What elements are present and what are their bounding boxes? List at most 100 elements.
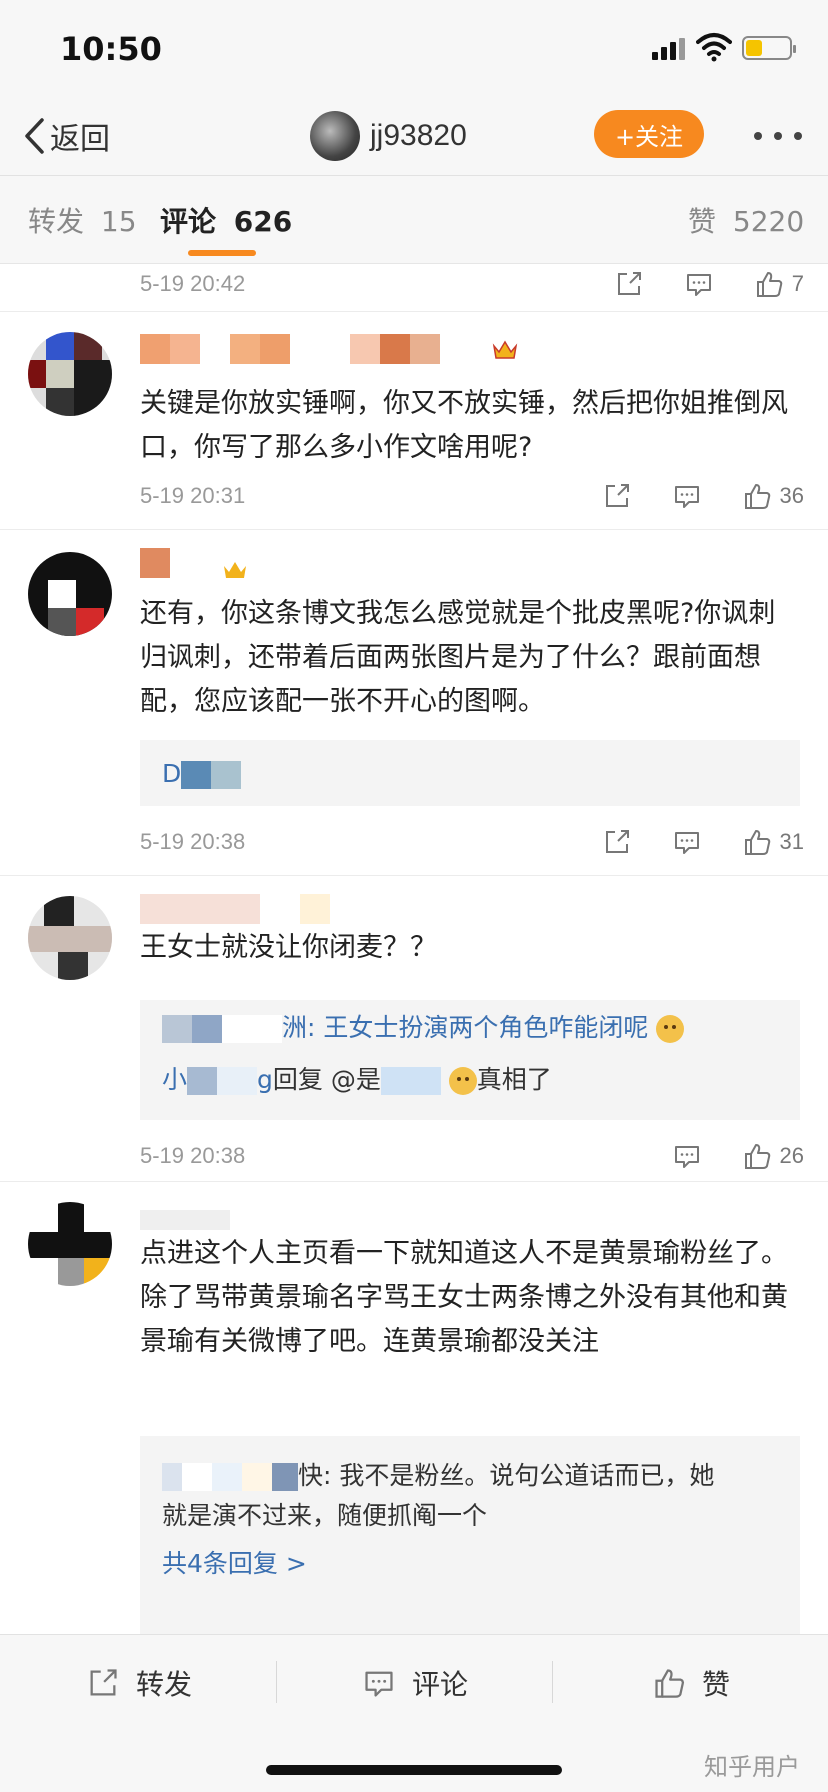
comment-date: 5-19 20:42 xyxy=(140,271,246,296)
tab-comments-count: 626 xyxy=(233,205,293,238)
comment-button[interactable]: 评论 xyxy=(362,1663,468,1703)
back-button[interactable]: 返回 xyxy=(22,112,110,160)
view-more-replies-link[interactable]: 共4条回复 > xyxy=(162,1546,784,1582)
comment-text: 还有，你这条博文我怎么感觉就是个批皮黑呢?你讽刺归讽刺，还带着后面两张图片是为了… xyxy=(140,598,776,717)
divider xyxy=(552,1661,553,1703)
nav-bar: 返回 jj93820 +关注 xyxy=(0,96,828,176)
comment-icon xyxy=(686,274,711,296)
comment-label: 评论 xyxy=(412,1668,469,1701)
battery-icon xyxy=(742,36,796,60)
divider xyxy=(276,1661,277,1703)
share-button[interactable] xyxy=(602,827,632,857)
comment-item: 点进这个人主页看一下就知道这人不是黄景瑜粉丝了。除了骂带黄景瑜名字骂王女士两条博… xyxy=(0,1182,828,1634)
share-button[interactable] xyxy=(614,269,644,299)
tab-comments[interactable]: 评论 626 xyxy=(160,200,292,240)
username-blurred[interactable] xyxy=(140,334,440,364)
like-button[interactable]: 26 xyxy=(742,1141,804,1171)
comment-list[interactable]: 5-19 20:42 7 关键是你放实锤啊，你又不放实锤，然后把你姐推倒风口，你… xyxy=(0,264,828,1634)
reply-text: 快: 我不是粉丝。说句公道话而已，她 xyxy=(298,1461,715,1490)
share-icon xyxy=(90,1669,117,1696)
comment-meta: 5-19 20:42 7 xyxy=(140,266,804,302)
thumbs-up-icon xyxy=(744,484,770,509)
comment-date: 5-19 20:31 xyxy=(140,483,246,508)
avatar[interactable] xyxy=(28,896,112,980)
reply-username[interactable]: g xyxy=(257,1065,273,1094)
reply-text: 洲: 王女士扮演两个角色咋能闭呢 xyxy=(282,1013,649,1042)
tab-likes[interactable]: 赞 5220 xyxy=(688,200,804,240)
doge-emoji-icon xyxy=(448,1067,477,1095)
tab-repost[interactable]: 转发 15 xyxy=(28,200,137,240)
comment-meta: 5-19 20:38 26 xyxy=(140,1138,804,1174)
username-blurred[interactable] xyxy=(140,548,170,578)
follow-button[interactable]: +关注 xyxy=(594,110,704,158)
tab-repost-count: 15 xyxy=(100,205,137,238)
avatar[interactable] xyxy=(28,1202,112,1286)
status-bar: 10:50 xyxy=(0,0,828,96)
avatar[interactable] xyxy=(28,332,112,416)
username-blurred[interactable] xyxy=(140,1200,230,1230)
vip-badge-icon xyxy=(224,562,246,578)
comment-meta: 5-19 20:38 31 xyxy=(140,824,804,860)
like-label: 赞 xyxy=(702,1668,731,1701)
reply-username[interactable]: 小 xyxy=(162,1065,187,1094)
more-icon[interactable] xyxy=(754,132,802,142)
reply-line: 洲: 王女士扮演两个角色咋能闭呢 xyxy=(162,1010,784,1046)
reply-text: 就是演不过来，随便抓阄一个 xyxy=(162,1501,488,1530)
comment-text: 点进这个人主页看一下就知道这人不是黄景瑜粉丝了。除了骂带黄景瑜名字骂王女士两条博… xyxy=(140,1238,788,1357)
tab-bar: 转发 15 评论 626 赞 5220 xyxy=(0,176,828,264)
tab-repost-label: 转发 xyxy=(28,205,85,238)
share-icon xyxy=(605,830,629,853)
thumbs-up-icon xyxy=(744,830,770,855)
crown-badge-icon xyxy=(492,340,518,359)
reply-text: 回复 @是 xyxy=(272,1065,381,1094)
like-post-button[interactable]: 赞 xyxy=(652,1663,730,1703)
like-count: 36 xyxy=(779,483,804,508)
share-icon xyxy=(617,272,641,295)
reply-line: 就是演不过来，随便抓阄一个 xyxy=(162,1498,784,1534)
share-button[interactable] xyxy=(602,481,632,511)
reply-preview[interactable]: 快: 我不是粉丝。说句公道话而已，她 就是演不过来，随便抓阄一个 共4条回复 > xyxy=(140,1436,800,1634)
like-button[interactable]: 36 xyxy=(742,481,804,511)
comment-item: 关键是你放实锤啊，你又不放实锤，然后把你姐推倒风口，你写了那么多小作文啥用呢? … xyxy=(0,312,828,530)
back-label: 返回 xyxy=(50,122,110,157)
reply-button[interactable] xyxy=(672,481,702,511)
comment-icon xyxy=(365,1671,393,1697)
reply-preview[interactable]: 洲: 王女士扮演两个角色咋能闭呢 小 g回复 @是 真相了 xyxy=(140,1000,800,1120)
reply-button[interactable] xyxy=(672,827,702,857)
avatar[interactable] xyxy=(28,552,112,636)
repost-button[interactable]: 转发 xyxy=(86,1663,192,1703)
comment-date: 5-19 20:38 xyxy=(140,1143,246,1168)
comment-item: 5-19 20:42 7 xyxy=(0,264,828,312)
tab-comments-label: 评论 xyxy=(160,205,217,238)
reply-preview[interactable]: D xyxy=(140,740,800,806)
home-indicator[interactable] xyxy=(266,1765,562,1775)
comment-text: 王女士就没让你闭麦？？ xyxy=(140,932,437,963)
thumbs-up-icon xyxy=(744,1144,770,1169)
comment-icon xyxy=(674,486,699,508)
wifi-icon xyxy=(696,33,732,62)
reply-line: 快: 我不是粉丝。说句公道话而已，她 xyxy=(162,1458,784,1494)
bottom-action-bar: 转发 评论 赞 知乎用户 xyxy=(0,1634,828,1792)
cellular-signal-icon xyxy=(652,38,686,60)
tab-likes-label: 赞 xyxy=(688,205,717,238)
like-button[interactable]: 7 xyxy=(754,269,804,299)
repost-label: 转发 xyxy=(136,1668,193,1701)
reply-line: 小 g回复 @是 真相了 xyxy=(162,1062,784,1098)
reply-button[interactable] xyxy=(684,269,714,299)
thumbs-up-icon xyxy=(756,272,782,297)
like-count: 31 xyxy=(779,829,804,854)
comment-date: 5-19 20:38 xyxy=(140,829,246,854)
profile-header[interactable]: jj93820 xyxy=(310,108,467,164)
username[interactable]: jj93820 xyxy=(370,119,467,153)
status-time: 10:50 xyxy=(60,30,162,68)
reply-text: 真相了 xyxy=(476,1065,552,1094)
reply-line: D xyxy=(162,756,784,792)
reply-button[interactable] xyxy=(672,1141,702,1171)
like-button[interactable]: 31 xyxy=(742,827,804,857)
thumbs-up-icon xyxy=(655,1669,685,1698)
username-blurred[interactable] xyxy=(140,894,330,924)
comment-item: 王女士就没让你闭麦？？ 洲: 王女士扮演两个角色咋能闭呢 小 g回复 @是 真相了… xyxy=(0,876,828,1182)
reply-username[interactable]: D xyxy=(162,759,181,788)
share-icon xyxy=(605,484,629,507)
avatar[interactable] xyxy=(310,111,360,161)
